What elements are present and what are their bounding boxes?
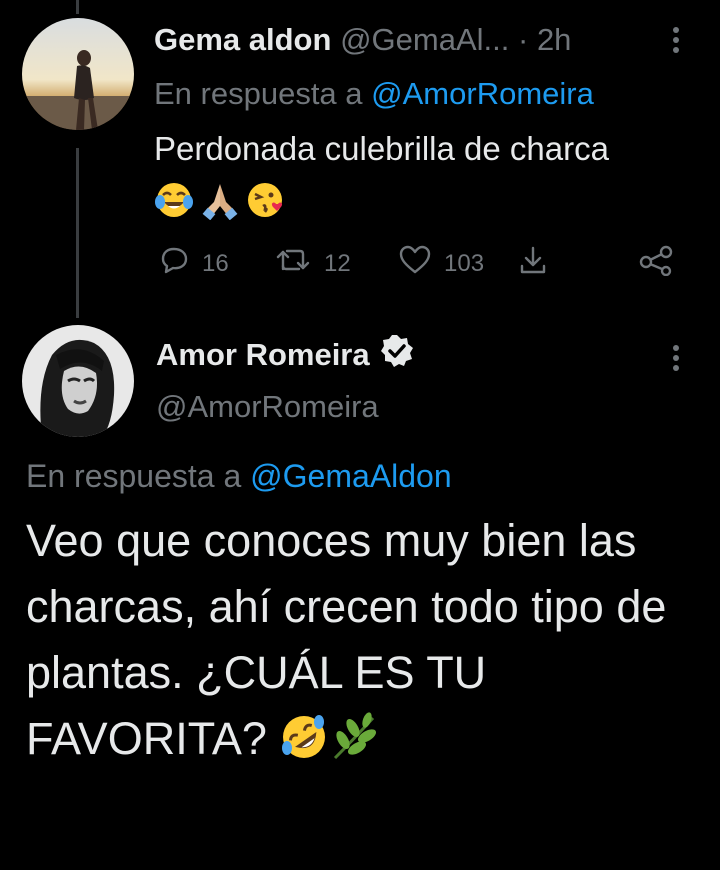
separator: · [517,22,529,57]
more-options-icon[interactable] [670,24,682,64]
like-count: 103 [444,249,485,277]
reply-tweet-header: Gema aldon @GemaAl... · 2h [154,22,571,58]
heart-icon[interactable] [398,244,432,283]
tweet-time[interactable]: 2h [537,22,571,57]
verified-badge-icon [380,334,414,376]
like-action[interactable]: 103 [398,244,484,283]
tweet-actions: 16 12 103 [154,244,684,284]
reply-context: En respuesta a @GemaAldon [26,458,452,495]
reply-mention-link[interactable]: @AmorRomeira [371,76,594,111]
retweet-icon[interactable] [274,244,312,283]
thread-line-top [76,0,79,14]
share-arrow-icon[interactable] [518,244,548,283]
reply-prefix: En respuesta a [26,458,242,494]
reply-mention-link[interactable]: @GemaAldon [250,458,451,494]
avatar-amor[interactable] [22,325,134,437]
face-with-tears-of-joy-icon [154,180,194,225]
reply-context: En respuesta a @AmorRomeira [154,76,594,112]
author-name[interactable]: Amor Romeira [156,337,370,373]
reply-icon[interactable] [158,244,190,283]
more-options-icon[interactable] [670,342,682,382]
share-network-icon[interactable] [638,244,674,283]
folded-hands-icon [200,180,240,225]
herb-icon [329,712,379,780]
rolling-on-floor-laughing-icon [279,712,329,780]
tweet-text: Perdonada culebrilla de charca [154,130,609,167]
reply-count: 16 [202,249,229,277]
reply-prefix: En respuesta a [154,76,363,111]
author-handle[interactable]: @AmorRomeira [156,389,379,425]
face-blowing-kiss-icon [246,180,286,225]
author-handle[interactable]: @GemaAl... [340,22,509,57]
reply-action[interactable]: 16 [158,244,229,283]
retweet-action[interactable]: 12 [274,244,351,283]
share-network-action[interactable] [638,244,674,283]
tweet-emojis [154,180,286,225]
thread-line [76,148,79,318]
main-tweet-author: Amor Romeira [156,334,414,376]
share-action[interactable] [518,244,548,283]
retweet-count: 12 [324,249,351,277]
avatar-gema[interactable] [22,18,134,130]
author-name[interactable]: Gema aldon [154,22,331,57]
main-tweet-text: Veo que conoces muy bien las charcas, ah… [26,508,706,780]
